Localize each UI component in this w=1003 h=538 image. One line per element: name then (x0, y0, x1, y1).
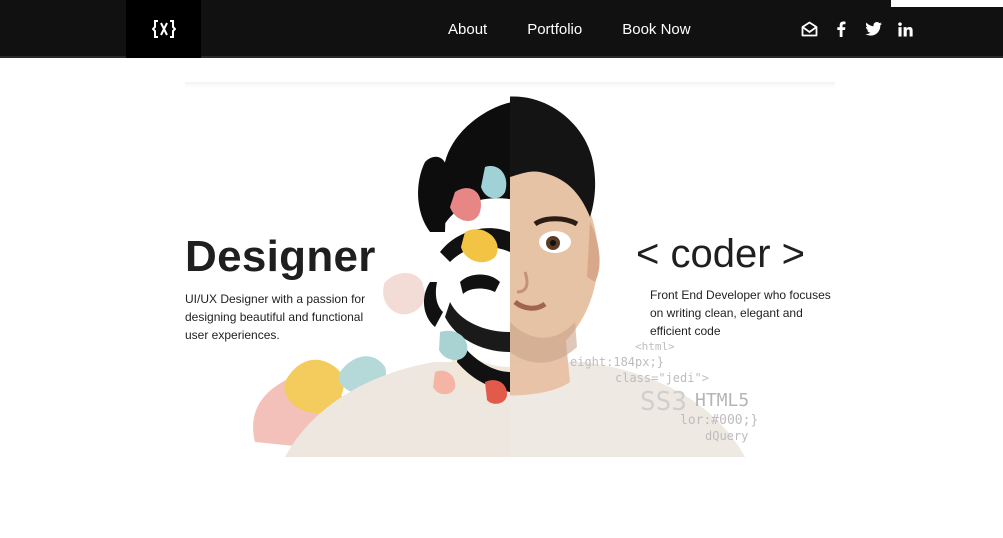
twitter-icon[interactable] (864, 20, 882, 38)
social-links (800, 0, 928, 58)
svg-text:HTML5: HTML5 (695, 390, 749, 411)
nav-about-link[interactable]: About (448, 21, 487, 38)
site-logo[interactable] (126, 0, 201, 58)
svg-text:eight:184px;}: eight:184px;} (570, 355, 664, 369)
coder-description: Front End Developer who focuses on writi… (650, 288, 831, 338)
brackets-logo-icon (151, 20, 176, 38)
coder-heading: < coder > (636, 232, 806, 276)
svg-text:dQuery: dQuery (705, 429, 748, 443)
linkedin-icon[interactable] (896, 20, 914, 38)
svg-text:<html>: <html> (635, 340, 675, 353)
nav-portfolio-link[interactable]: Portfolio (527, 21, 582, 38)
facebook-icon[interactable] (832, 20, 850, 38)
designer-heading: Designer (185, 232, 376, 281)
designer-description: UI/UX Designer with a passion for design… (185, 292, 366, 342)
top-right-tab (891, 0, 1003, 7)
envelope-open-icon[interactable] (800, 20, 818, 38)
nav-book-now-link[interactable]: Book Now (622, 21, 690, 38)
svg-text:lor:#000;}: lor:#000;} (680, 413, 758, 428)
main-nav: About Portfolio Book Now (448, 0, 731, 58)
svg-text:class="jedi">: class="jedi"> (615, 371, 709, 385)
top-navbar: About Portfolio Book Now (0, 0, 1003, 58)
